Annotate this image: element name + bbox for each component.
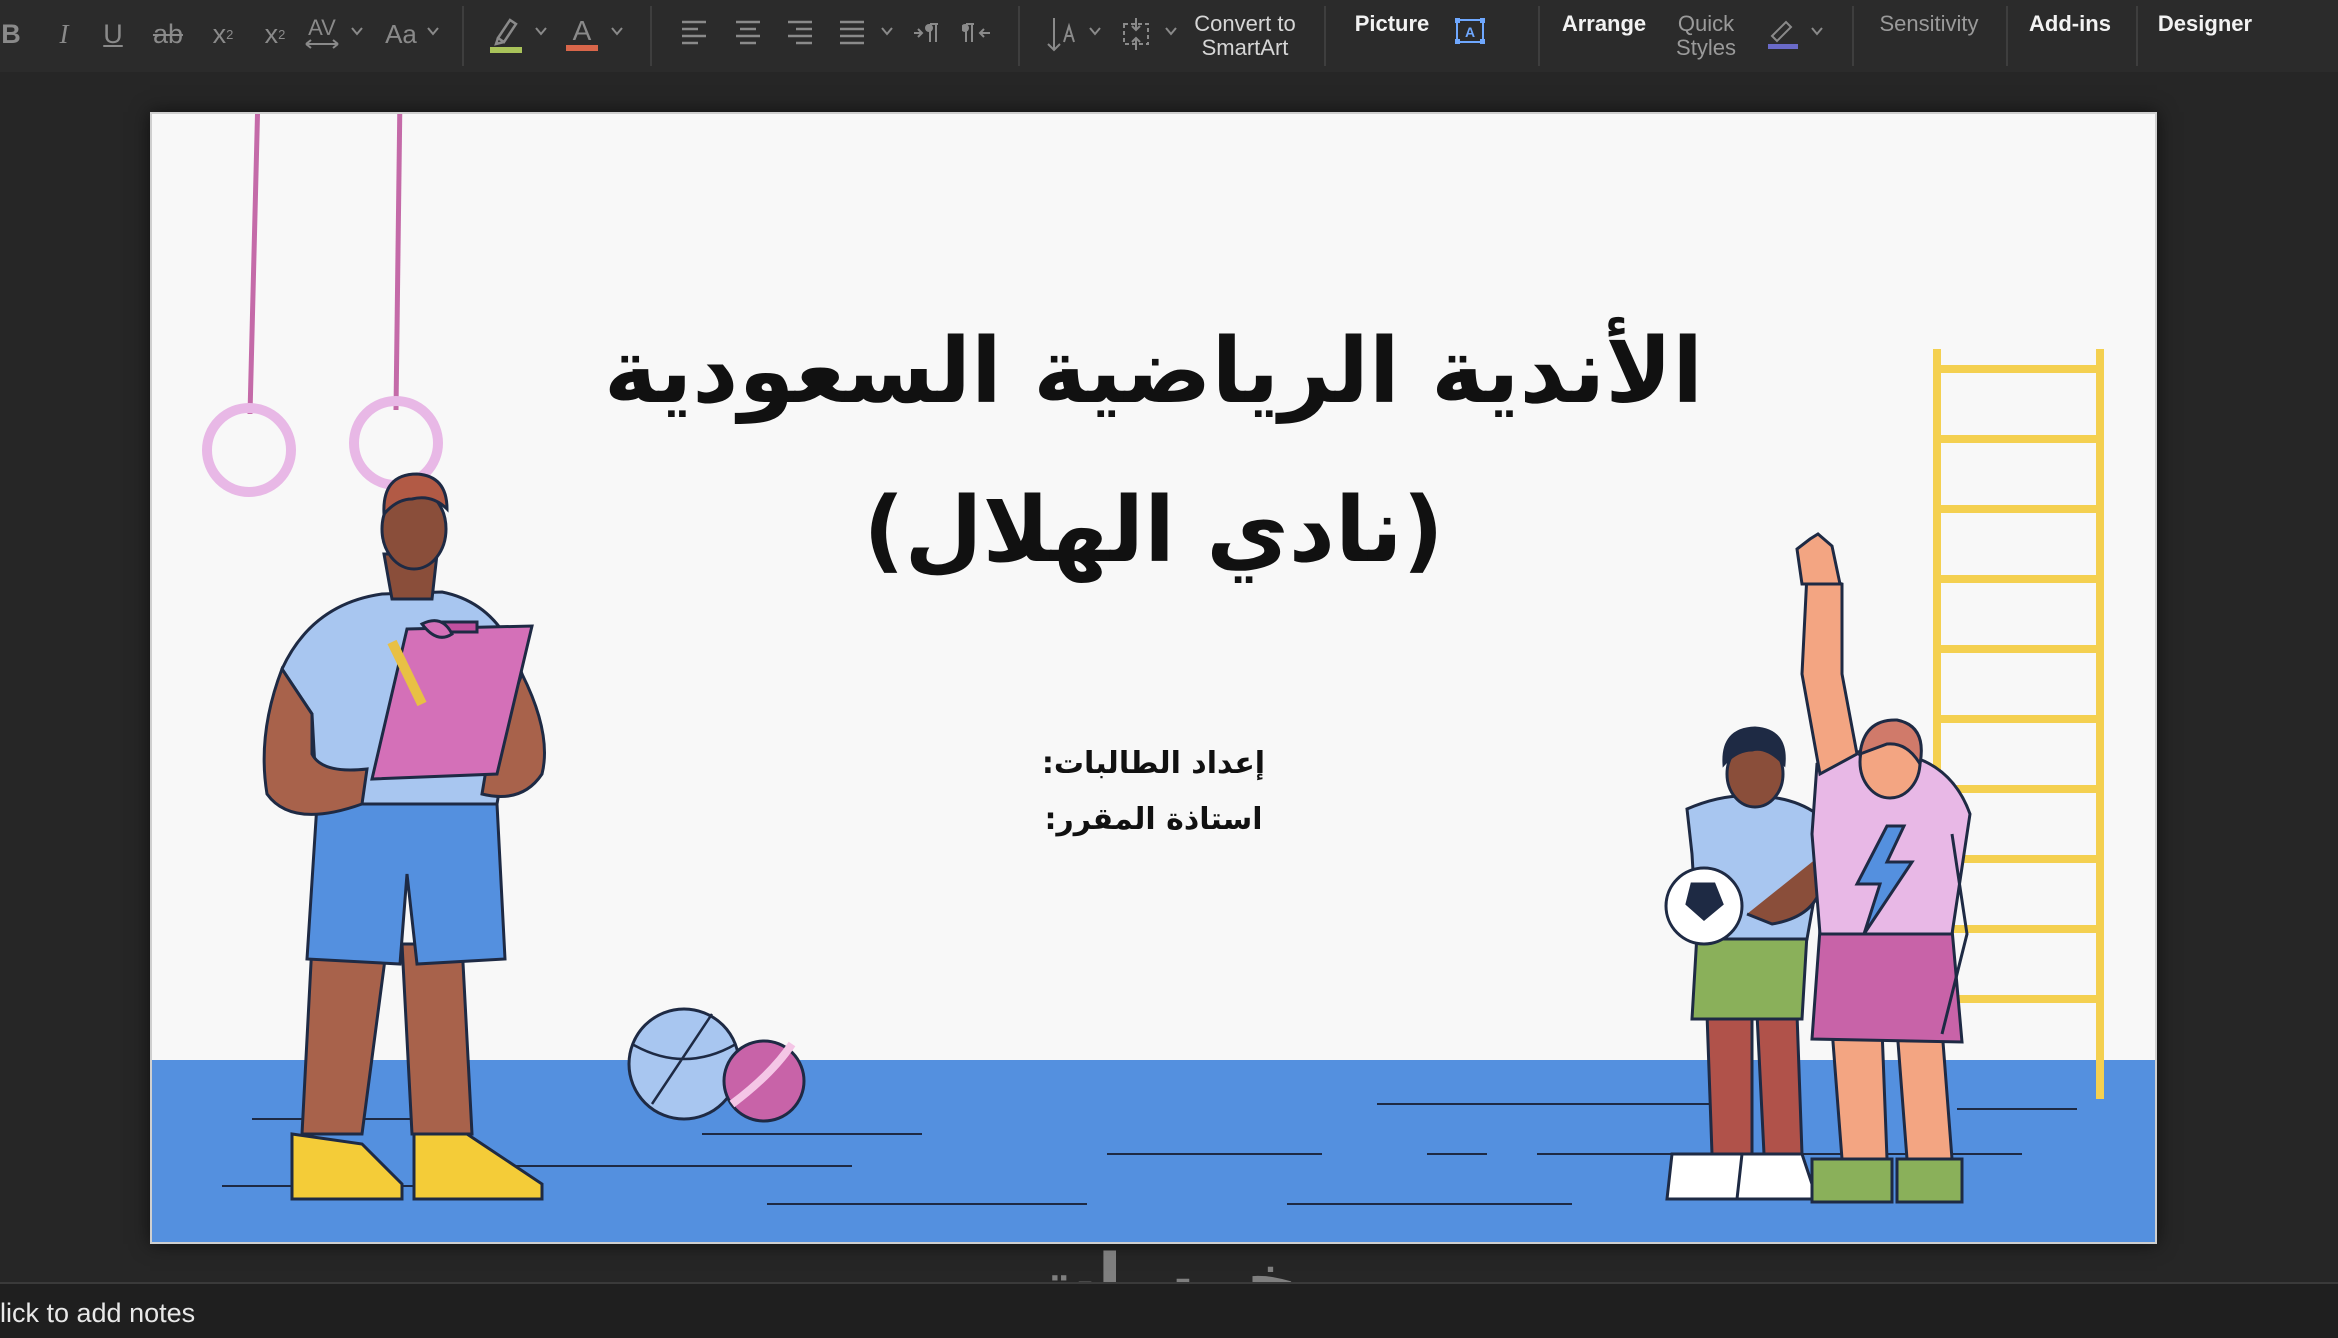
- add-ins-button[interactable]: Add-ins: [2026, 12, 2114, 36]
- balls: [627, 1007, 806, 1123]
- slide-title-line2[interactable]: (نادي الهلال): [152, 471, 2155, 591]
- strikethrough-label: ab: [152, 18, 184, 49]
- justify-icon[interactable]: [838, 18, 866, 46]
- highlighter-icon: [490, 18, 522, 53]
- align-text-icon[interactable]: [1118, 16, 1154, 52]
- chevron-down-icon[interactable]: [1164, 24, 1178, 38]
- text-direction-icon[interactable]: [1046, 16, 1076, 52]
- slide[interactable]: الأندية الرياضية السعودية (نادي الهلال) …: [150, 112, 2157, 1244]
- superscript-button[interactable]: x2: [208, 0, 238, 68]
- bold-button[interactable]: B: [0, 0, 22, 68]
- picture-button[interactable]: Picture: [1354, 12, 1430, 36]
- wall-ladder: [1933, 349, 2104, 1099]
- strikethrough-button[interactable]: ab: [148, 0, 188, 68]
- spacing-arrows-icon: [305, 39, 339, 49]
- ribbon-divider: [1538, 6, 1540, 66]
- subscript-button[interactable]: x2: [260, 0, 290, 68]
- arrange-label: Arrange: [1561, 11, 1647, 36]
- underline-button[interactable]: U: [98, 0, 128, 68]
- italic-label: I: [59, 18, 69, 49]
- italic-button[interactable]: I: [50, 0, 78, 68]
- bold-label: B: [1, 18, 21, 49]
- notes-pane[interactable]: lick to add notes: [0, 1282, 2338, 1338]
- font-color-label: A: [572, 15, 592, 46]
- align-right-icon[interactable]: [786, 18, 814, 46]
- convert-smartart-line1: Convert to: [1194, 11, 1296, 36]
- font-color-button[interactable]: A: [564, 0, 600, 68]
- boy-with-ball-illustration: [1664, 726, 1825, 1201]
- change-case-label: Aa: [385, 18, 417, 49]
- chevron-down-icon[interactable]: [880, 24, 894, 38]
- slide-title-line1[interactable]: الأندية الرياضية السعودية: [152, 312, 2155, 432]
- highlight-button[interactable]: [486, 0, 526, 68]
- character-spacing-label: AV: [308, 15, 336, 40]
- slide-illustration: [202, 114, 2104, 1205]
- chevron-down-icon[interactable]: [610, 24, 624, 38]
- align-left-icon[interactable]: [680, 18, 708, 46]
- ribbon-divider: [2136, 6, 2138, 66]
- svg-text:A: A: [1465, 24, 1475, 40]
- picture-label: Picture: [1354, 11, 1430, 36]
- designer-label: Designer: [2157, 11, 2253, 36]
- chevron-down-icon[interactable]: [426, 24, 440, 38]
- quick-styles-line2: Styles: [1676, 35, 1736, 60]
- underline-label: U: [103, 18, 123, 49]
- ribbon-divider: [2006, 6, 2008, 66]
- slide-canvas: الأندية الرياضية السعودية (نادي الهلال) …: [0, 72, 2338, 1282]
- designer-button[interactable]: Designer: [2154, 12, 2256, 36]
- ribbon-divider: [1018, 6, 1020, 66]
- textbox-icon[interactable]: A: [1454, 16, 1486, 46]
- arrange-button[interactable]: Arrange: [1560, 12, 1648, 36]
- chevron-down-icon[interactable]: [534, 24, 548, 38]
- quick-styles-line1: Quick: [1677, 11, 1735, 36]
- sensitivity-button[interactable]: Sensitivity: [1870, 12, 1988, 36]
- ribbon-divider: [1324, 6, 1326, 66]
- ltr-direction-icon[interactable]: [912, 20, 942, 46]
- instructor-label[interactable]: استاذة المقرر:: [152, 800, 2155, 840]
- ribbon-divider: [650, 6, 652, 66]
- align-center-icon[interactable]: [734, 18, 762, 46]
- gymnastic-rings: [202, 114, 443, 497]
- font-color-swatch: [566, 45, 598, 51]
- superscript-label: x: [212, 18, 227, 49]
- superscript-mark: 2: [226, 26, 234, 42]
- shape-outline-icon[interactable]: [1764, 14, 1800, 50]
- girl-raising-hand-illustration: [1795, 532, 1972, 1204]
- ribbon-divider: [1852, 6, 1854, 66]
- chevron-down-icon[interactable]: [350, 24, 364, 38]
- ribbon-toolbar: B I U ab x2 x2 AV Aa A Convert to SmartA…: [0, 0, 2338, 73]
- change-case-button[interactable]: Aa: [382, 0, 420, 68]
- ribbon-divider: [462, 6, 464, 66]
- subscript-label: x: [264, 18, 279, 49]
- quick-styles-button[interactable]: Quick Styles: [1664, 12, 1748, 60]
- sensitivity-label: Sensitivity: [1879, 11, 1979, 36]
- prepared-by-label[interactable]: إعداد الطالبات:: [152, 744, 2155, 784]
- chevron-down-icon[interactable]: [1810, 24, 1824, 38]
- convert-smartart-button[interactable]: Convert to SmartArt: [1190, 12, 1300, 60]
- character-spacing-button[interactable]: AV: [302, 0, 342, 68]
- notes-placeholder[interactable]: lick to add notes: [0, 1298, 195, 1329]
- rtl-direction-icon[interactable]: [962, 20, 992, 46]
- add-ins-label: Add-ins: [2029, 11, 2111, 36]
- chevron-down-icon[interactable]: [1088, 24, 1102, 38]
- convert-smartart-line2: SmartArt: [1201, 35, 1289, 60]
- subscript-mark: 2: [278, 26, 286, 42]
